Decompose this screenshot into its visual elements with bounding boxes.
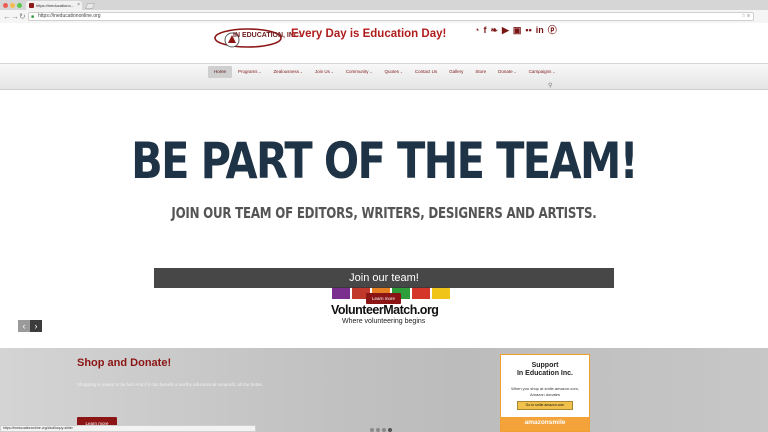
slider-next-button[interactable]: › [30, 320, 42, 332]
nav-item-quotes[interactable]: Quotes ⌄ [378, 66, 408, 78]
flickr-icon[interactable]: •• [525, 25, 531, 35]
amazon-heading: Support [531, 362, 559, 369]
amazon-org-name: In Education Inc. [516, 370, 573, 377]
browser-toolbar: ← → ↻ ■ https://ineducationonline.org ☆ … [0, 10, 768, 23]
chevron-down-icon: ⌄ [257, 70, 262, 74]
forward-icon[interactable]: → [11, 11, 19, 22]
social-links: ◔ f ❧ ▶ ▣ •• in ⓟ [474, 25, 557, 35]
twitter-icon[interactable]: ❧ [490, 25, 498, 35]
in-education-logo[interactable] [212, 26, 288, 52]
site-tagline: Every Day is Education Day! [291, 28, 447, 40]
back-icon[interactable]: ← [3, 11, 11, 22]
nav-item-campaigns[interactable]: Campaigns ⌄ [523, 66, 562, 78]
nav-item-home[interactable]: Home [208, 66, 233, 78]
chevron-down-icon: ⌄ [298, 70, 303, 74]
volunteer-hand-shape [332, 287, 350, 299]
amazon-line-2: Amazon donates [529, 392, 561, 397]
youtube-icon[interactable]: ▶ [502, 25, 509, 35]
close-window-button[interactable] [3, 3, 8, 8]
nav-item-zealousness[interactable]: Zealousness ⌄ [267, 66, 308, 78]
rss-icon[interactable]: ◔ [474, 25, 479, 35]
hero-subtitle: JOIN OUR TEAM OF EDITORS, WRITERS, DESIG… [171, 204, 597, 222]
chevron-down-icon: ⌄ [398, 70, 403, 74]
shop-and-donate-section: Shop and Donate! Shopping is meant to be… [0, 348, 768, 432]
amazonsmile-logo[interactable]: amazonsmile [501, 417, 589, 431]
browser-status-bar: https://ineducationonline.org/#soliloquy… [0, 425, 256, 432]
menu-items: Home Programs ⌄ Zealousness ⌄ Join Us ⌄ Comm… [208, 66, 561, 78]
pinterest-icon[interactable]: ⓟ [548, 25, 557, 35]
new-tab-button[interactable] [84, 3, 96, 9]
volunteermatch-tagline: Where volunteering begins [342, 318, 426, 325]
bookmark-star-icon[interactable]: ☆ ≡ [741, 13, 750, 20]
nav-item-gallery[interactable]: Gallery [443, 66, 469, 78]
lock-icon: ■ [31, 14, 35, 20]
instagram-icon[interactable]: ▣ [513, 25, 522, 35]
hero-slider: BE PART OF THE TEAM! JOIN OUR TEAM OF ED… [0, 91, 768, 348]
volunteer-hand-shape [432, 287, 450, 299]
nav-item-store[interactable]: Store [469, 66, 492, 78]
nav-item-donate[interactable]: Donate ⌄ [492, 66, 522, 78]
amazon-smile-button[interactable]: Go to smile.amazon.com [517, 401, 573, 410]
chevron-down-icon: ⌄ [512, 70, 517, 74]
pagination-dot[interactable] [388, 428, 392, 432]
tab-strip: https://ineducationo... × [0, 0, 768, 10]
browser-chrome: https://ineducationo... × ← → ↻ ■ https:… [0, 0, 768, 23]
volunteermatch-logo[interactable]: VolunteerMatch.org [331, 303, 439, 317]
pagination-dot[interactable] [370, 428, 374, 432]
address-bar-url: https://ineducationonline.org [38, 13, 101, 19]
address-bar[interactable]: ■ https://ineducationonline.org ☆ ≡ [28, 12, 754, 21]
hero-title: BE PART OF THE TEAM! [131, 132, 638, 190]
reload-icon[interactable]: ↻ [19, 11, 26, 22]
slider-prev-button[interactable]: ‹ [18, 320, 30, 332]
tab-title: https://ineducationo... [36, 3, 75, 8]
shop-title: Shop and Donate! [77, 357, 172, 369]
slide-caption: Join our team! [154, 268, 614, 288]
site-favicon-icon [29, 3, 34, 8]
chevron-down-icon: ⌄ [551, 70, 556, 74]
slider-pagination [370, 428, 392, 432]
nav-item-community[interactable]: Community ⌄ [340, 66, 379, 78]
nav-item-programs[interactable]: Programs ⌄ [232, 66, 267, 78]
site-header: IN EDUCATION, INC. Every Day is Educatio… [0, 23, 768, 63]
main-navigation: Home Programs ⌄ Zealousness ⌄ Join Us ⌄ Comm… [0, 63, 768, 90]
search-icon[interactable]: ⚲ [548, 82, 552, 89]
volunteer-hand-shape [412, 287, 430, 299]
amazon-description: When you shop at smile.amazon.com, Amazo… [501, 386, 589, 398]
maximize-window-button[interactable] [17, 3, 22, 8]
pagination-dot[interactable] [382, 428, 386, 432]
nav-item-join-us[interactable]: Join Us ⌄ [309, 66, 340, 78]
chevron-down-icon: ⌄ [368, 70, 373, 74]
close-tab-icon[interactable]: × [77, 1, 80, 10]
nav-item-contact-us[interactable]: Contact Us [409, 66, 443, 78]
amazon-smile-widget: Support In Education Inc. When you shop … [500, 354, 590, 432]
minimize-window-button[interactable] [10, 3, 15, 8]
chevron-down-icon: ⌄ [329, 70, 334, 74]
browser-tab[interactable]: https://ineducationo... × [26, 1, 82, 10]
pagination-dot[interactable] [376, 428, 380, 432]
shop-description: Shopping is meant to be fun! And if it c… [77, 382, 264, 387]
linkedin-icon[interactable]: in [536, 25, 544, 35]
facebook-icon[interactable]: f [483, 25, 486, 35]
